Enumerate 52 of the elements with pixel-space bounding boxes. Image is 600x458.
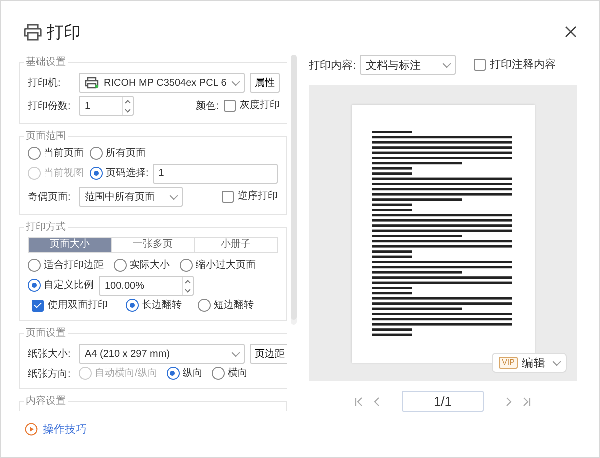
field-label: 纸张大小:	[28, 348, 72, 361]
group-title: 内容设置	[25, 394, 67, 408]
radio-option[interactable]: 短边翻转	[198, 299, 254, 313]
odd-even-select[interactable]: 范围中所有页面	[79, 187, 183, 207]
page-number-field[interactable]: 1/1	[402, 391, 484, 412]
group-title: 页面设置	[25, 326, 67, 340]
radio-option[interactable]: 纵向	[166, 367, 203, 381]
field-label: 打印机:	[28, 76, 62, 90]
page-number-field[interactable]: 1	[152, 164, 278, 184]
printer-icon	[85, 77, 99, 89]
printer-select[interactable]: RICOH MP C3504ex PCL 6	[79, 73, 245, 93]
radio-option[interactable]: 横向	[212, 367, 248, 381]
field-label: 纸张方向:	[28, 368, 72, 381]
radio-option[interactable]: 缩小过大页面	[180, 259, 256, 273]
vip-badge: VIP	[499, 357, 518, 369]
annotations-checkbox[interactable]: 打印注释内容	[474, 58, 556, 72]
tips-link[interactable]: 操作技巧	[43, 422, 87, 437]
duplex-checkbox[interactable]: 使用双面打印	[32, 299, 108, 313]
paper-size-select[interactable]: A4 (210 x 297 mm)	[79, 344, 245, 364]
field-label: 打印份数:	[28, 100, 72, 113]
radio-option[interactable]: 页码选择:	[90, 167, 149, 181]
field-label: 颜色:	[196, 100, 219, 113]
last-page-icon[interactable]	[522, 396, 532, 406]
scale-field[interactable]: 100.00%	[99, 276, 194, 296]
radio-option[interactable]: 所有页面	[90, 147, 146, 161]
radio-option[interactable]: 长边翻转	[126, 299, 182, 313]
scrollbar[interactable]	[291, 55, 297, 325]
field-label: 打印内容:	[309, 58, 356, 72]
next-page-icon[interactable]	[504, 396, 514, 406]
window-title: 打印	[47, 22, 81, 44]
radio-option[interactable]: 自定义比例	[28, 279, 94, 293]
group-title: 打印方式	[25, 220, 67, 234]
properties-button[interactable]: 属性	[250, 73, 280, 93]
field-label: 奇偶页面:	[28, 191, 72, 204]
radio-option[interactable]: 适合打印边距	[28, 259, 104, 273]
play-icon	[25, 423, 38, 436]
margins-button[interactable]: 页边距	[250, 344, 287, 364]
print-content-select[interactable]: 文档与标注	[360, 55, 456, 75]
group-title: 页面范围	[25, 130, 67, 143]
mode-tab[interactable]: 小册子	[195, 238, 277, 252]
grayscale-checkbox[interactable]: 灰度打印	[224, 99, 280, 113]
mode-tab[interactable]: 一张多页	[112, 238, 195, 252]
group-title: 基础设置	[25, 56, 67, 69]
previous-page-icon[interactable]	[372, 396, 382, 406]
printer-icon	[23, 23, 43, 41]
copies-field[interactable]: 1	[79, 96, 134, 116]
close-icon[interactable]	[565, 26, 577, 38]
first-page-icon[interactable]	[354, 396, 364, 406]
edit-button[interactable]: VIP 编辑	[492, 353, 567, 373]
radio-option[interactable]: 实际大小	[114, 259, 170, 273]
reverse-checkbox[interactable]: 逆序打印	[222, 190, 278, 204]
radio-option[interactable]: 当前页面	[28, 147, 84, 161]
